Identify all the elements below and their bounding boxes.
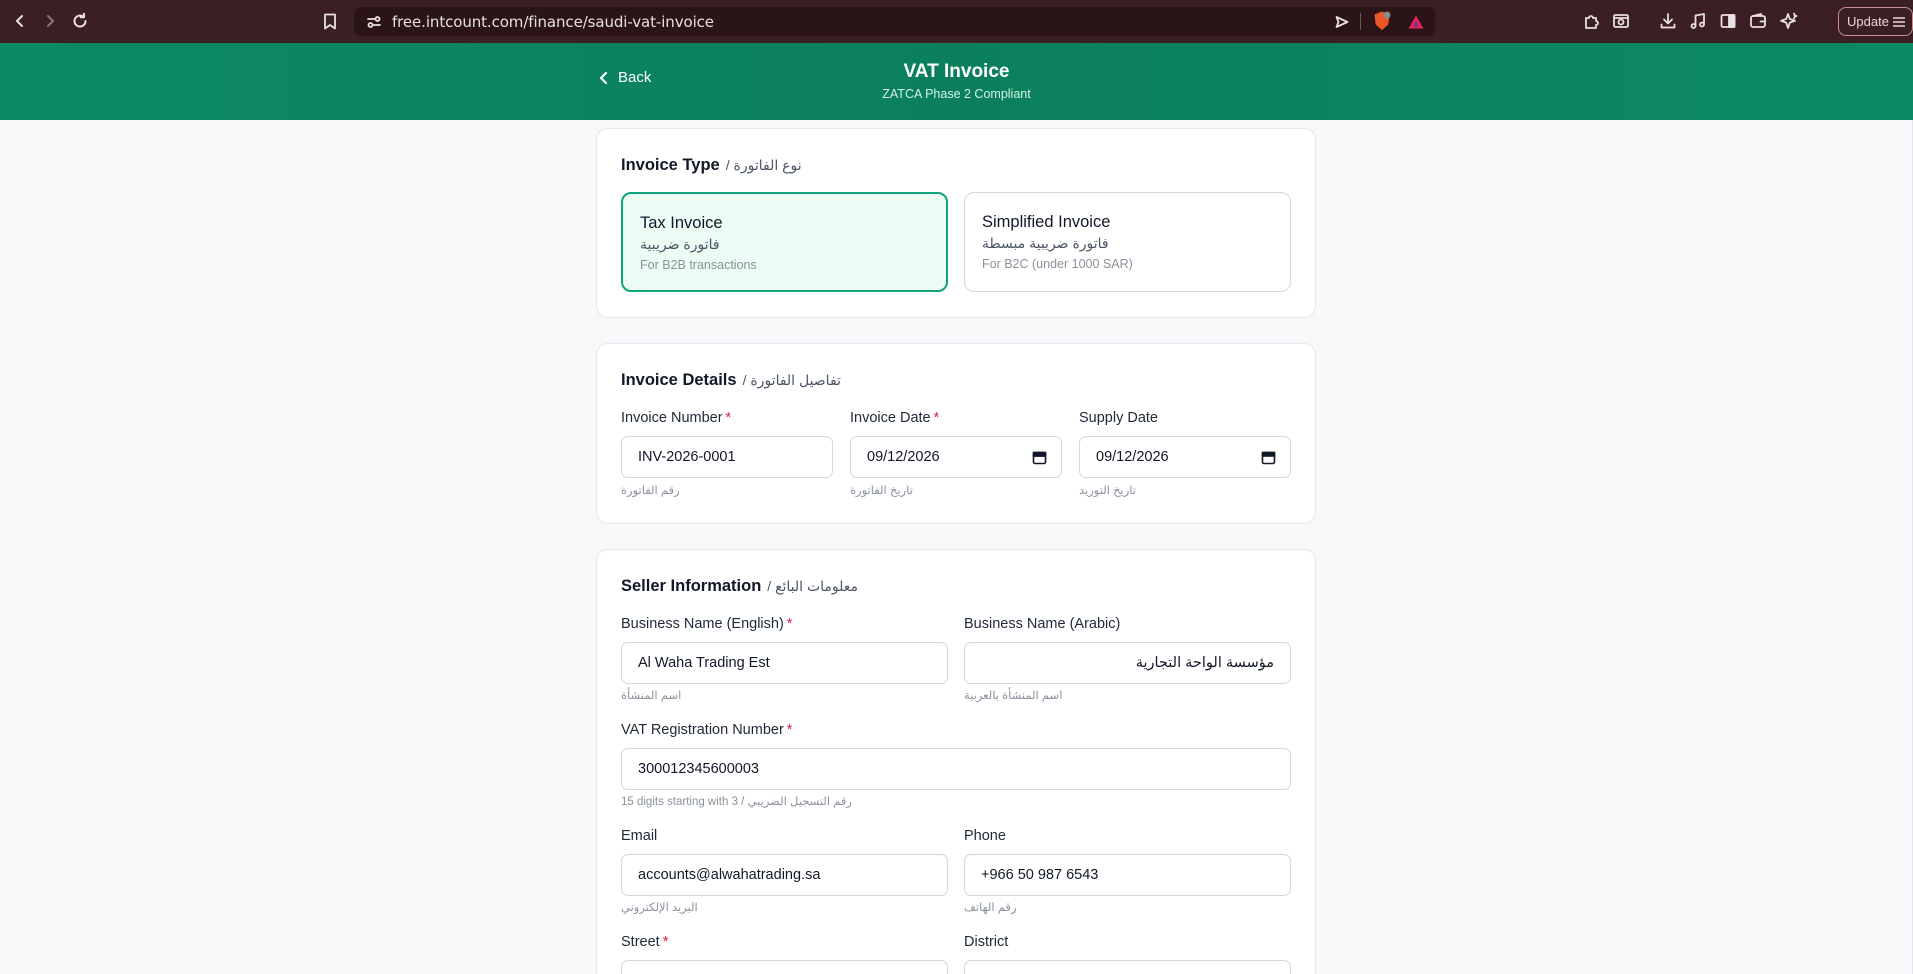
required-marker: *	[933, 410, 940, 426]
required-marker: *	[662, 934, 669, 950]
label-text: Invoice Date	[850, 410, 931, 426]
update-button-label: Update	[1847, 14, 1889, 29]
street-label: Street *	[621, 934, 668, 950]
forward-arrow-icon[interactable]	[38, 9, 62, 33]
option-description: For B2C (under 1000 SAR)	[982, 257, 1133, 271]
menu-icon	[1892, 15, 1906, 32]
option-title: Simplified Invoice	[982, 213, 1111, 231]
invoice-number-hint: رقم الفاتورة	[621, 485, 680, 497]
wallet-icon[interactable]	[1748, 11, 1768, 31]
option-title-ar: فاتورة ضريبية مبسطة	[982, 235, 1109, 251]
url-text: free.intcount.com/finance/saudi-vat-invo…	[392, 13, 714, 31]
simplified-invoice-option[interactable]: Simplified Invoice فاتورة ضريبية مبسطة F…	[964, 192, 1291, 292]
business-name-ar-label: Business Name (Arabic)	[964, 616, 1120, 632]
invoice-date-label: Invoice Date *	[850, 410, 939, 426]
reload-icon[interactable]	[68, 9, 92, 33]
label-text: VAT Registration Number	[621, 722, 784, 738]
input-value: مؤسسة الواحة التجارية	[1135, 655, 1274, 671]
business-name-en-input[interactable]: Al Waha Trading Est	[621, 642, 948, 684]
vat-number-input[interactable]: 300012345600003	[621, 748, 1291, 790]
downloads-icon[interactable]	[1658, 11, 1678, 31]
district-input[interactable]	[964, 960, 1291, 974]
label-text: Invoice Number	[621, 410, 723, 426]
label-text: Street	[621, 934, 660, 950]
option-description: For B2B transactions	[640, 258, 757, 272]
business-name-en-label: Business Name (English) *	[621, 616, 792, 632]
supply-date-label: Supply Date	[1079, 410, 1158, 426]
tax-invoice-option[interactable]: Tax Invoice فاتورة ضريبية For B2B transa…	[621, 192, 948, 292]
invoice-type-title: Invoice Type	[621, 156, 720, 174]
invoice-number-label: Invoice Number *	[621, 410, 731, 426]
phone-label: Phone	[964, 828, 1006, 844]
page-title: VAT Invoice	[903, 61, 1010, 82]
seller-title-ar: / معلومات البائع	[767, 578, 859, 594]
page-subtitle: ZATCA Phase 2 Compliant	[882, 87, 1031, 101]
calendar-icon[interactable]	[1032, 450, 1047, 469]
option-title-ar: فاتورة ضريبية	[640, 236, 720, 252]
update-button[interactable]: Update	[1838, 7, 1913, 36]
input-value: +966 50 987 6543	[981, 867, 1099, 883]
required-marker: *	[786, 722, 793, 738]
address-bar-divider	[1360, 13, 1361, 30]
invoice-date-input[interactable]: 09/12/2026	[850, 436, 1062, 478]
business-name-ar-input[interactable]: مؤسسة الواحة التجارية	[964, 642, 1291, 684]
phone-input[interactable]: +966 50 987 6543	[964, 854, 1291, 896]
invoice-details-title-ar: / تفاصيل الفاتورة	[742, 372, 841, 388]
street-input[interactable]	[621, 960, 948, 974]
invoice-details-heading: Invoice Details / تفاصيل الفاتورة	[621, 371, 841, 390]
label-text: Business Name (English)	[621, 616, 784, 632]
invoice-number-input[interactable]: INV-2026-0001	[621, 436, 833, 478]
district-label: District	[964, 934, 1008, 950]
invoice-details-title: Invoice Details	[621, 371, 737, 389]
seller-title: Seller Information	[621, 577, 762, 595]
email-hint: البريد الإلكتروني	[621, 902, 698, 914]
label-text: Business Name (Arabic)	[964, 616, 1121, 632]
label-text: Supply Date	[1079, 410, 1158, 426]
invoice-type-heading: Invoice Type / نوع الفاتورة	[621, 156, 802, 175]
input-value: accounts@alwahatrading.sa	[638, 867, 821, 883]
send-icon[interactable]	[1332, 12, 1352, 32]
business-name-ar-hint: اسم المنشأة بالعربية	[964, 690, 1063, 702]
email-label: Email	[621, 828, 657, 844]
input-value: INV-2026-0001	[638, 449, 736, 465]
label-text: District	[964, 934, 1009, 950]
input-value: 09/12/2026	[1096, 449, 1169, 465]
label-text: Phone	[964, 828, 1006, 844]
music-icon[interactable]	[1688, 11, 1708, 31]
browser-toolbar: free.intcount.com/finance/saudi-vat-invo…	[0, 0, 1913, 43]
back-arrow-icon[interactable]	[8, 9, 32, 33]
required-marker: *	[786, 616, 793, 632]
tab-search-icon[interactable]	[1611, 11, 1631, 31]
extensions-icon[interactable]	[1582, 11, 1602, 31]
sidebar-icon[interactable]	[1718, 11, 1738, 31]
brave-rewards-icon[interactable]	[1406, 12, 1426, 32]
supply-date-input[interactable]: 09/12/2026	[1079, 436, 1291, 478]
email-input[interactable]: accounts@alwahatrading.sa	[621, 854, 948, 896]
seller-information-heading: Seller Information / معلومات البائع	[621, 577, 858, 596]
business-name-en-hint: اسم المنشأة	[621, 690, 682, 702]
label-text: Email	[621, 828, 658, 844]
bookmark-icon[interactable]	[320, 11, 340, 31]
invoice-date-hint: تاريخ الفاتورة	[850, 485, 913, 497]
leo-ai-icon[interactable]	[1779, 11, 1799, 31]
invoice-details-card: Invoice Details / تفاصيل الفاتورة Invoice…	[596, 343, 1316, 524]
app-header: Back VAT Invoice ZATCA Phase 2 Compliant	[0, 43, 1913, 120]
invoice-type-title-ar: / نوع الفاتورة	[725, 157, 802, 173]
invoice-type-card: Invoice Type / نوع الفاتورة Tax Invoice ف…	[596, 128, 1316, 318]
required-marker: *	[725, 410, 732, 426]
input-value: 09/12/2026	[867, 449, 940, 465]
input-value: Al Waha Trading Est	[638, 655, 770, 671]
calendar-icon[interactable]	[1261, 450, 1276, 469]
vat-number-label: VAT Registration Number *	[621, 722, 792, 738]
option-title: Tax Invoice	[640, 214, 723, 232]
site-settings-icon[interactable]	[364, 12, 384, 32]
seller-information-card: Seller Information / معلومات البائع Busin…	[596, 549, 1316, 974]
input-value: 300012345600003	[638, 761, 759, 777]
vat-number-hint: 15 digits starting with 3 / رقم التسجيل …	[621, 796, 852, 808]
main-content: Invoice Type / نوع الفاتورة Tax Invoice ف…	[0, 120, 1913, 974]
brave-shield-icon[interactable]	[1372, 11, 1392, 31]
phone-hint: رقم الهاتف	[964, 902, 1017, 914]
supply-date-hint: تاريخ التوريد	[1079, 485, 1136, 497]
address-bar[interactable]: free.intcount.com/finance/saudi-vat-invo…	[354, 7, 1435, 36]
